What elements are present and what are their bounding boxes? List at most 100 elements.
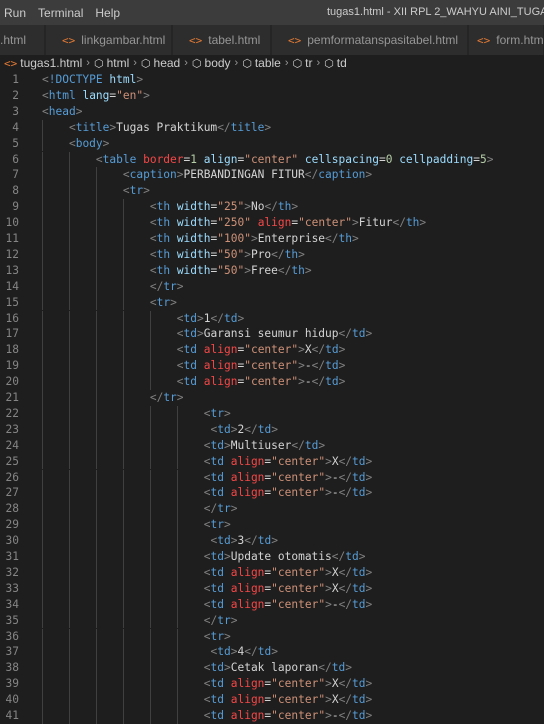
code-token: < <box>176 359 184 373</box>
code-line[interactable]: 15 <tr> <box>0 294 544 311</box>
code-line[interactable]: 18 <td align="center">X</td> <box>0 342 544 359</box>
tab-tabel[interactable]: <> tabel.html <box>173 25 271 55</box>
code-token: > <box>325 470 332 484</box>
menu-run[interactable]: Run <box>0 6 32 20</box>
line-number: 8 <box>12 184 19 198</box>
code-line[interactable]: 22 <tr> <box>0 405 544 422</box>
line-number: 36 <box>5 629 19 643</box>
indent-guide <box>149 485 151 502</box>
indent-guide <box>122 405 124 422</box>
code-line[interactable]: 6 <table border=1 align="center" cellspac… <box>0 151 544 168</box>
code-line[interactable]: 28 </tr> <box>0 501 544 518</box>
code-text: <th width="25">No</th> <box>150 199 298 215</box>
code-token: </ <box>217 120 231 134</box>
menu-help[interactable]: Help <box>89 6 126 20</box>
code-line[interactable]: 33 <td align="center">X</td> <box>0 580 544 597</box>
code-text: <!DOCTYPE html> <box>42 72 143 88</box>
breadcrumb-file[interactable]: <> tugas1.html <box>0 56 82 70</box>
code-line[interactable]: 19 <td align="center">-</td> <box>0 358 544 375</box>
code-line[interactable]: 25 <td align="center">X</td> <box>0 453 544 470</box>
line-number: 5 <box>12 136 19 150</box>
code-line[interactable]: 17 <td>Garansi seumur hidup</td> <box>0 326 544 343</box>
code-line[interactable]: 32 <td align="center">X</td> <box>0 564 544 581</box>
tab-form[interactable]: <> form.html <box>469 25 544 55</box>
tab-pemformatanspasitabel[interactable]: <> pemformatanspasitabel.html <box>272 25 468 55</box>
indent-guide <box>176 469 178 486</box>
code-line[interactable]: 11 <th width="100">Enterprise</th> <box>0 231 544 247</box>
menu-terminal[interactable]: Terminal <box>32 6 89 20</box>
code-line[interactable]: 16 <td>1</td> <box>0 310 544 327</box>
code-token: "center" <box>271 581 326 595</box>
code-line[interactable]: 29 <tr> <box>0 517 544 534</box>
breadcrumb-head[interactable]: ⬡ head <box>141 56 180 70</box>
code-line[interactable]: 12 <th width="50">Pro</th> <box>0 246 544 263</box>
code-line[interactable]: 24 <td>Multiuser</td> <box>0 437 544 454</box>
tab-html[interactable]: .html <box>0 25 45 55</box>
indent-guide <box>176 628 178 645</box>
breadcrumb-td[interactable]: ⬡ td <box>324 56 347 70</box>
breadcrumb-table[interactable]: ⬡ table <box>242 56 281 70</box>
code-line[interactable]: 10 <th width="250" align="center">Fitur</… <box>0 215 544 231</box>
code-token: < <box>203 597 211 611</box>
code-line[interactable]: 40 <td align="center">X</td> <box>0 692 544 708</box>
html-file-icon: <> <box>4 56 18 70</box>
code-editor[interactable]: 1 <!DOCTYPE html> 2 <html lang="en"> 3 <head>… <box>0 71 544 724</box>
code-line[interactable]: 30 <td>3</td> <box>0 533 544 549</box>
code-line[interactable]: 39 <td align="center">X</td> <box>0 676 544 693</box>
code-token: < <box>95 152 103 166</box>
code-line[interactable]: 35 </tr> <box>0 612 544 629</box>
line-number: 33 <box>5 581 19 595</box>
code-token: > <box>298 343 305 357</box>
code-line[interactable]: 14 </tr> <box>0 278 544 295</box>
code-token: </ <box>264 200 278 214</box>
code-line[interactable]: 13 <th width="50">Free</th> <box>0 262 544 279</box>
code-line[interactable]: 34 <td align="center">-</td> <box>0 596 544 613</box>
code-line[interactable]: 41 <td align="center">-</td> <box>0 708 544 724</box>
code-token: > <box>223 629 231 643</box>
code-line[interactable]: 36 <tr> <box>0 628 544 645</box>
code-line[interactable]: 23 <td>2</td> <box>0 421 544 438</box>
code-token: > <box>298 247 305 261</box>
code-line[interactable]: 37 <td>4</td> <box>0 644 544 661</box>
indent-guide <box>68 469 70 486</box>
code-token: </ <box>304 168 319 182</box>
indent-guide <box>95 692 97 708</box>
breadcrumb-body[interactable]: ⬡ body <box>192 56 231 70</box>
code-line[interactable]: 7 <caption>PERBANDINGAN FITUR</caption> <box>0 167 544 184</box>
code-token: > <box>136 73 144 86</box>
code-line[interactable]: 2 <html lang="en"> <box>0 88 544 104</box>
code-line[interactable]: 26 <td align="center">-</td> <box>0 469 544 486</box>
code-line[interactable]: 27 <td align="center">-</td> <box>0 485 544 502</box>
code-token: </ <box>203 502 218 516</box>
code-line[interactable]: 4 <title>Tugas Praktikum</title> <box>0 119 544 136</box>
code-token: "25" <box>217 200 245 214</box>
code-line[interactable]: 9 <th width="25">No</th> <box>0 199 544 216</box>
code-token: > <box>271 422 278 436</box>
code-line[interactable]: 31 <td>Update otomatis</td> <box>0 549 544 565</box>
indent-guide <box>42 660 43 677</box>
code-line[interactable]: 3 <head> <box>0 104 544 120</box>
breadcrumb-tr[interactable]: ⬡ tr <box>293 56 313 70</box>
code-line[interactable]: 8 <tr> <box>0 183 544 200</box>
code-line[interactable]: 1 <!DOCTYPE html> <box>0 72 544 88</box>
code-token: "center" <box>271 693 326 707</box>
code-token: < <box>203 693 211 707</box>
code-line[interactable]: 5 <body> <box>0 135 544 152</box>
line-number: 21 <box>5 391 19 404</box>
code-token: Tugas Praktikum <box>116 120 218 134</box>
code-line[interactable]: 20 <td align="center">-</td> <box>0 374 544 390</box>
code-token: < <box>203 486 211 500</box>
code-line[interactable]: 38 <td>Cetak laporan</td> <box>0 660 544 677</box>
indent-guide <box>95 278 97 295</box>
indent-guide <box>149 358 151 375</box>
line-number: 13 <box>5 263 19 277</box>
indent-guide <box>42 453 43 470</box>
tab-linkgambar[interactable]: <> linkgambar.html <box>46 25 172 55</box>
code-line[interactable]: 21 </tr> <box>0 390 544 406</box>
breadcrumb-html[interactable]: ⬡ html <box>94 56 129 70</box>
code-text: <th width="50">Free</th> <box>150 263 312 279</box>
code-token: "center" <box>244 343 299 357</box>
code-text: <body> <box>69 136 109 152</box>
